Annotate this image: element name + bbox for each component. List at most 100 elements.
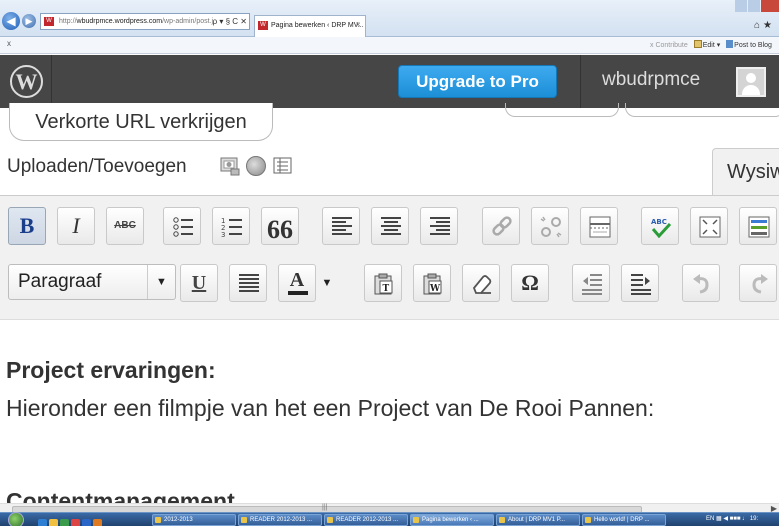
numbered-list-icon: 123: [221, 217, 242, 238]
special-character-button[interactable]: Ω: [511, 264, 549, 302]
bullet-list-button[interactable]: [163, 207, 201, 245]
taskbar-item[interactable]: READER 2012-2013 ...: [324, 514, 408, 526]
add-image-icon[interactable]: [219, 154, 241, 176]
maximize-button[interactable]: [748, 0, 760, 12]
tray-icons[interactable]: ▦ ◀ ■■■ ♩: [716, 516, 748, 522]
screen: ◀ ▶ W http://wbudrpmce.wordpress.com/wp-…: [0, 0, 779, 526]
numbered-list-button[interactable]: 123: [212, 207, 250, 245]
paste-from-word-button[interactable]: W: [413, 264, 451, 302]
system-tray: EN ▦ ◀ ■■■ ♩ 19:: [706, 514, 758, 525]
folder-icon[interactable]: [49, 519, 58, 526]
tab-wysiwyg[interactable]: Wysiwyg: [712, 148, 779, 195]
eraser-icon: [472, 275, 492, 294]
browser-tab[interactable]: W Pagina bewerken ‹ DRP MV... ✕: [254, 15, 366, 37]
forward-button[interactable]: ▶: [22, 14, 36, 28]
command-bar: x x Contribute Edit ▾ Post to Blog: [0, 37, 779, 54]
taskbar-item[interactable]: Hello world! | DRP ...: [582, 514, 666, 526]
paste-as-text-button[interactable]: T: [364, 264, 402, 302]
italic-button[interactable]: I: [57, 207, 95, 245]
contribute-button[interactable]: x Contribute: [650, 42, 688, 49]
close-window-button[interactable]: [761, 0, 779, 12]
taskbar-item[interactable]: 2012-2013: [152, 514, 236, 526]
align-center-icon: [381, 217, 401, 235]
fullscreen-button[interactable]: [690, 207, 728, 245]
command-bar-close-icon[interactable]: x: [7, 39, 11, 48]
redo-button[interactable]: [739, 264, 777, 302]
post-to-blog-icon: [726, 40, 734, 48]
upload-add-label: Uploaden/Toevoegen: [7, 156, 187, 177]
browser-tool-icons[interactable]: ⌂★: [754, 20, 775, 31]
editor-content[interactable]: Project ervaringen: Hieronder een filmpj…: [0, 321, 779, 514]
address-prefix: http://: [59, 18, 77, 25]
avatar[interactable]: [736, 67, 766, 97]
address-controls[interactable]: ρ ▾ § C ✕: [213, 14, 247, 29]
ie-icon[interactable]: [38, 519, 47, 526]
indent-button[interactable]: [621, 264, 659, 302]
toolbar-toggle-icon: [748, 216, 770, 238]
text-color-dropdown-icon[interactable]: ▼: [318, 264, 336, 302]
format-select[interactable]: Paragraaf ▼: [8, 264, 176, 300]
taskbar-item[interactable]: READER 2012-2013 ...: [238, 514, 322, 526]
outdent-icon: [582, 274, 602, 295]
align-right-button[interactable]: [420, 207, 458, 245]
spellcheck-icon: ABC: [651, 218, 672, 238]
outdent-button[interactable]: [572, 264, 610, 302]
justify-button[interactable]: [229, 264, 267, 302]
address-bar[interactable]: W http://wbudrpmce.wordpress.com/wp-admi…: [40, 13, 250, 30]
scrollbar-grip-icon: |||: [322, 504, 328, 511]
strikethrough-button[interactable]: ABC: [106, 207, 144, 245]
partial-button[interactable]: [505, 103, 619, 117]
indent-icon: [631, 274, 651, 295]
divider: [580, 55, 581, 108]
insert-more-button[interactable]: [580, 207, 618, 245]
wp-admin-bar: W Upgrade to Pro wbudrpmce: [0, 55, 779, 108]
start-button[interactable]: [8, 512, 24, 526]
favorites-star-icon[interactable]: ★: [763, 20, 775, 31]
add-media-icon[interactable]: [246, 156, 266, 176]
content-paragraph: Hieronder een filmpje van het een Projec…: [6, 395, 655, 421]
spellcheck-button[interactable]: ABC: [641, 207, 679, 245]
align-left-icon: [332, 217, 352, 235]
svg-text:T: T: [383, 284, 390, 294]
divider: [51, 55, 52, 108]
username-link[interactable]: wbudrpmce: [602, 68, 700, 92]
upgrade-to-pro-button[interactable]: Upgrade to Pro: [398, 65, 557, 98]
tab-close-icon[interactable]: ✕: [355, 16, 361, 36]
browser-titlebar: ◀ ▶ W http://wbudrpmce.wordpress.com/wp-…: [0, 0, 779, 37]
unlink-button[interactable]: [531, 207, 569, 245]
align-left-button[interactable]: [322, 207, 360, 245]
get-short-url-button[interactable]: Verkorte URL verkrijgen: [9, 103, 273, 141]
bold-button[interactable]: B: [8, 207, 46, 245]
address-domain: wbudrpmce.wordpress.com: [76, 18, 163, 25]
add-form-icon[interactable]: [273, 157, 293, 175]
wordpress-logo-icon[interactable]: W: [10, 65, 43, 98]
align-justify-icon: [239, 274, 259, 292]
content-heading: Project ervaringen:: [6, 357, 216, 383]
paste-word-icon: W: [423, 273, 442, 295]
taskbar-item-active[interactable]: Pagina bewerken ‹ ...: [410, 514, 494, 526]
undo-button[interactable]: [682, 264, 720, 302]
post-to-blog-button[interactable]: Post to Blog: [734, 42, 772, 49]
word-icon[interactable]: [82, 519, 91, 526]
clock[interactable]: 19:: [750, 516, 758, 522]
align-center-button[interactable]: [371, 207, 409, 245]
blockquote-button[interactable]: 66: [261, 207, 299, 245]
app-icon[interactable]: [71, 519, 80, 526]
address-path: /wp-admin/post.j: [162, 18, 214, 25]
text-color-button[interactable]: A: [278, 264, 316, 302]
language-indicator[interactable]: EN: [706, 516, 714, 522]
app-icon[interactable]: [93, 519, 102, 526]
partial-button[interactable]: [625, 103, 779, 117]
minimize-button[interactable]: [735, 0, 747, 12]
back-button[interactable]: ◀: [2, 12, 20, 30]
home-icon[interactable]: ⌂: [754, 20, 763, 31]
insert-link-button[interactable]: [482, 207, 520, 245]
media-icon[interactable]: [60, 519, 69, 526]
underline-button[interactable]: U: [180, 264, 218, 302]
kitchen-sink-button[interactable]: [739, 207, 777, 245]
taskbar-item[interactable]: About | DRP MV1 P...: [496, 514, 580, 526]
edit-button[interactable]: Edit: [703, 42, 715, 49]
paste-text-icon: T: [374, 273, 393, 295]
tab-favicon-icon: W: [258, 21, 268, 30]
clear-formatting-button[interactable]: [462, 264, 500, 302]
